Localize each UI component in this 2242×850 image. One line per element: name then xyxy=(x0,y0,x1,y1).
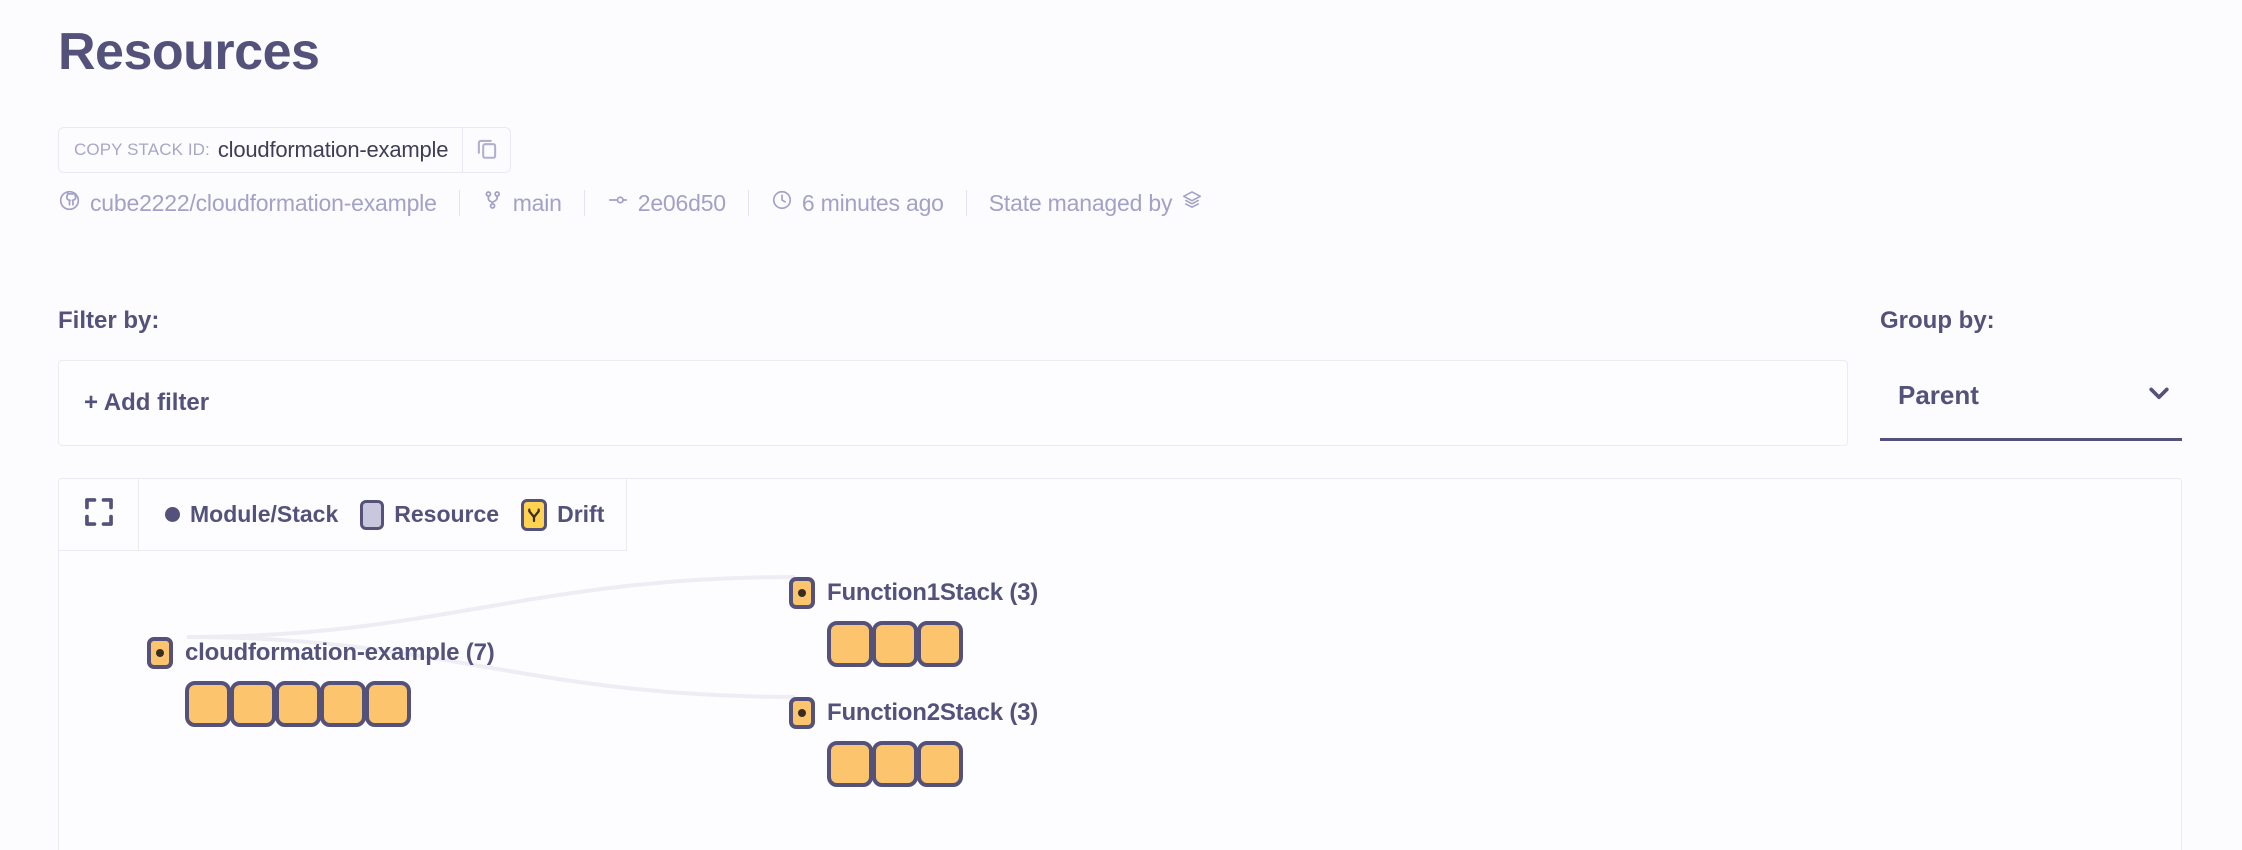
resources-page: Resources COPY STACK ID: cloudformation-… xyxy=(0,0,2242,850)
branch-icon xyxy=(482,189,504,217)
module-stack-dot-icon xyxy=(165,507,180,522)
resource-box[interactable] xyxy=(872,741,918,787)
resource-box[interactable] xyxy=(827,621,873,667)
meta-branch[interactable]: main xyxy=(482,189,562,217)
commit-icon xyxy=(607,189,629,217)
stack-id-inner: COPY STACK ID: cloudformation-example xyxy=(59,128,462,172)
page-title: Resources xyxy=(58,23,320,81)
legend-label-resource: Resource xyxy=(394,501,500,527)
node-body: cloudformation-example (7) xyxy=(147,637,495,727)
meta-commit-text: 2e06d50 xyxy=(637,189,726,216)
node-header: Function2Stack (3) xyxy=(789,697,1038,729)
node-label: Function2Stack (3) xyxy=(827,699,1039,726)
node-label: Function1Stack (3) xyxy=(827,579,1039,606)
graph-legend: Module/Stack Resource Drift xyxy=(139,479,628,551)
stack-id-value: cloudformation-example xyxy=(217,137,449,162)
filter-bar[interactable]: + Add filter xyxy=(58,360,1848,446)
meta-timestamp-text: 6 minutes ago xyxy=(801,189,944,216)
resource-box[interactable] xyxy=(917,741,963,787)
resource-box[interactable] xyxy=(230,681,276,727)
meta-repository-text: cube2222/cloudformation-example xyxy=(90,189,437,216)
resource-box[interactable] xyxy=(275,681,321,727)
copy-stack-id-label: COPY STACK ID: xyxy=(74,140,210,159)
drift-icon xyxy=(521,498,548,531)
graph-node-function2stack[interactable]: Function2Stack (3) xyxy=(789,697,1038,787)
node-body: Function2Stack (3) xyxy=(789,697,1038,787)
legend-item-module-stack: Module/Stack xyxy=(165,501,338,528)
meta-commit[interactable]: 2e06d50 xyxy=(607,189,726,217)
group-by-select[interactable]: Parent xyxy=(1880,363,2182,441)
meta-divider xyxy=(458,190,460,216)
meta-state-managed-by: State managed by xyxy=(989,189,1203,217)
copy-button[interactable] xyxy=(462,128,510,172)
node-header: Function1Stack (3) xyxy=(789,577,1038,609)
node-children-row xyxy=(827,621,1038,667)
legend-label-drift: Drift xyxy=(557,501,605,527)
resource-graph-panel[interactable]: Module/Stack Resource Drift cloudformati… xyxy=(58,478,2182,850)
group-by-label: Group by: xyxy=(1880,307,1995,334)
graph-toolbar: Module/Stack Resource Drift xyxy=(59,479,628,551)
filter-by-label: Filter by: xyxy=(58,307,160,334)
fullscreen-button[interactable] xyxy=(59,479,139,551)
resource-box-icon xyxy=(360,499,385,530)
node-children-row xyxy=(185,681,495,727)
legend-label-module-stack: Module/Stack xyxy=(190,501,339,527)
resource-box[interactable] xyxy=(917,621,963,667)
graph-canvas[interactable]: cloudformation-example (7) Function1Stac… xyxy=(59,551,2181,850)
github-icon xyxy=(58,189,81,218)
graph-node-cloudformation-example[interactable]: cloudformation-example (7) xyxy=(147,637,495,727)
node-body: Function1Stack (3) xyxy=(789,577,1038,667)
resource-box[interactable] xyxy=(185,681,231,727)
stack-meta-row: cube2222/cloudformation-example main 2e0… xyxy=(58,188,1203,218)
node-children-row xyxy=(827,741,1038,787)
module-stack-marker-icon xyxy=(789,697,815,729)
graph-node-function1stack[interactable]: Function1Stack (3) xyxy=(789,577,1038,667)
meta-branch-text: main xyxy=(512,189,562,216)
chevron-down-icon xyxy=(2142,376,2176,415)
meta-divider xyxy=(747,190,749,216)
node-label: cloudformation-example (7) xyxy=(185,639,495,666)
group-by-value: Parent xyxy=(1898,380,1979,410)
meta-divider xyxy=(583,190,585,216)
copy-stack-id-pill[interactable]: COPY STACK ID: cloudformation-example xyxy=(58,127,512,173)
meta-divider xyxy=(965,190,967,216)
resource-box[interactable] xyxy=(320,681,366,727)
meta-state-managed-by-text: State managed by xyxy=(988,189,1173,216)
meta-timestamp: 6 minutes ago xyxy=(771,189,944,217)
resource-box[interactable] xyxy=(365,681,411,727)
clock-icon xyxy=(771,189,793,217)
fullscreen-icon xyxy=(82,495,116,534)
resource-box[interactable] xyxy=(872,621,918,667)
module-stack-marker-icon xyxy=(789,577,815,609)
resource-box[interactable] xyxy=(827,741,873,787)
node-header: cloudformation-example (7) xyxy=(147,637,495,669)
copy-icon xyxy=(474,135,500,166)
legend-item-resource: Resource xyxy=(360,499,500,530)
legend-item-drift: Drift xyxy=(521,498,605,531)
add-filter-button[interactable]: + Add filter xyxy=(84,389,209,417)
spacelift-icon xyxy=(1181,189,1203,217)
meta-repository[interactable]: cube2222/cloudformation-example xyxy=(58,189,437,218)
module-stack-marker-icon xyxy=(147,637,173,669)
